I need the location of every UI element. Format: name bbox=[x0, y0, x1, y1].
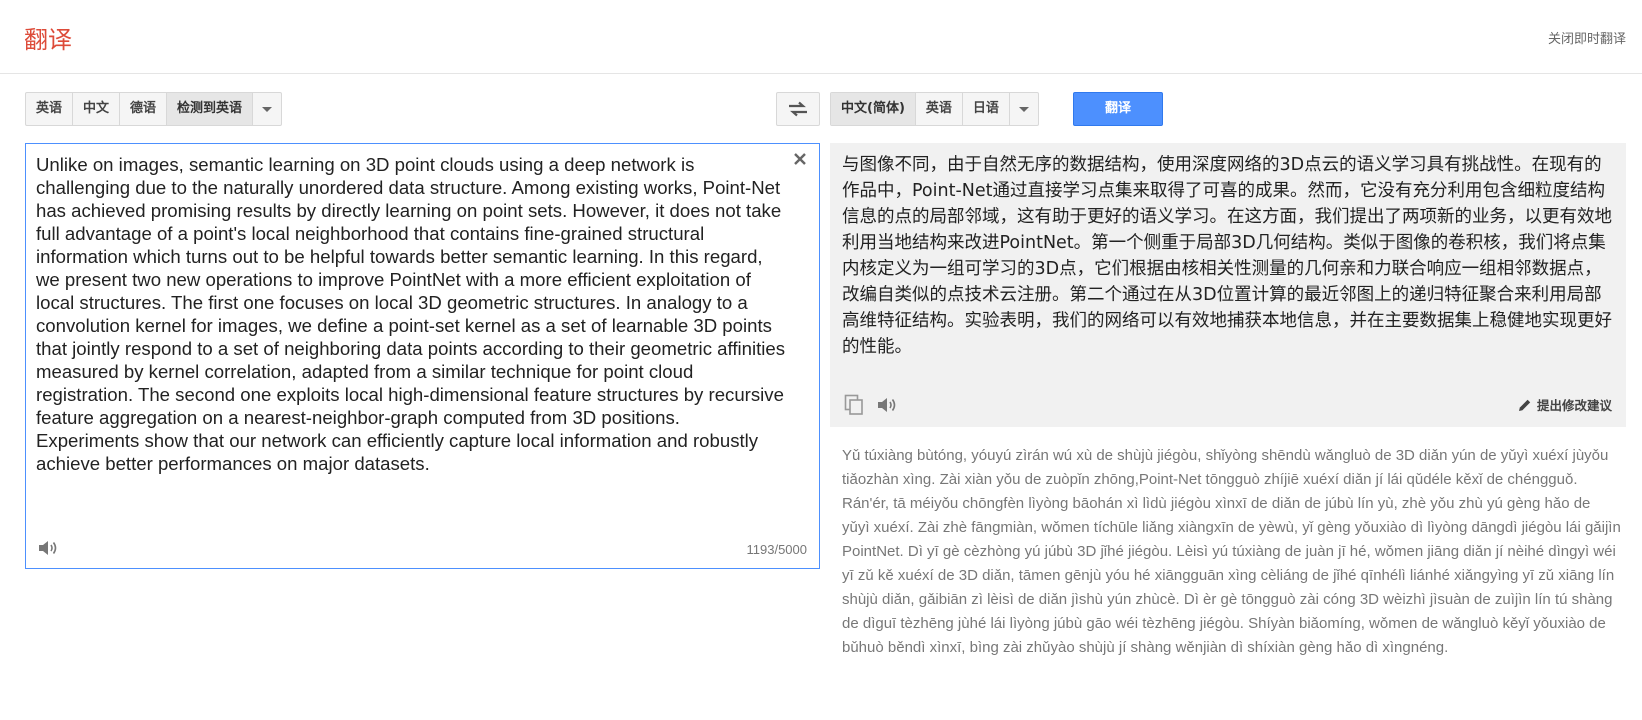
source-lang-chinese[interactable]: 中文 bbox=[73, 93, 121, 125]
app-logo[interactable]: 翻译 bbox=[24, 20, 72, 55]
pinyin-transliteration: Yǔ túxiàng bùtóng, yóuyú zìrán wú xù de … bbox=[842, 447, 1621, 656]
swap-languages-button[interactable] bbox=[776, 92, 820, 126]
character-count: 1193/5000 bbox=[746, 542, 808, 557]
close-instant-translate-link[interactable]: 关闭即时翻译 bbox=[1548, 28, 1626, 47]
translate-button[interactable]: 翻译 bbox=[1073, 92, 1163, 126]
close-icon[interactable] bbox=[791, 150, 809, 168]
target-lang-more-dropdown[interactable] bbox=[1010, 93, 1038, 125]
translation-result-panel: 与图像不同，由于自然无序的数据结构，使用深度网络的3D点云的语义学习具有挑战性。… bbox=[830, 143, 1626, 427]
pencil-icon bbox=[1518, 399, 1531, 411]
source-lang-more-dropdown[interactable] bbox=[253, 93, 281, 125]
source-lang-german[interactable]: 德语 bbox=[120, 93, 168, 125]
swap-icon bbox=[789, 101, 807, 117]
source-lang-english[interactable]: 英语 bbox=[26, 93, 74, 125]
source-lang-detected[interactable]: 检测到英语 bbox=[167, 93, 254, 125]
translation-result-text: 与图像不同，由于自然无序的数据结构，使用深度网络的3D点云的语义学习具有挑战性。… bbox=[842, 155, 1612, 357]
suggest-edit-label: 提出修改建议 bbox=[1536, 398, 1612, 413]
target-language-bar: 中文(简体) 英语 日语 bbox=[830, 92, 1039, 126]
source-language-bar: 英语 中文 德语 检测到英语 bbox=[25, 92, 283, 126]
copy-icon[interactable] bbox=[844, 394, 864, 416]
target-lang-chinese-simplified[interactable]: 中文(简体) bbox=[831, 93, 916, 125]
target-lang-english[interactable]: 英语 bbox=[916, 93, 963, 125]
suggest-edit-button[interactable]: 提出修改建议 bbox=[1517, 395, 1612, 414]
app-header: 翻译 关闭即时翻译 bbox=[0, 0, 1642, 74]
target-lang-japanese[interactable]: 日语 bbox=[963, 93, 1010, 125]
source-text[interactable]: Unlike on images, semantic learning on 3… bbox=[36, 153, 786, 475]
source-text-area[interactable]: Unlike on images, semantic learning on 3… bbox=[25, 143, 820, 569]
speaker-icon[interactable] bbox=[876, 395, 898, 415]
speaker-icon[interactable] bbox=[37, 538, 59, 558]
